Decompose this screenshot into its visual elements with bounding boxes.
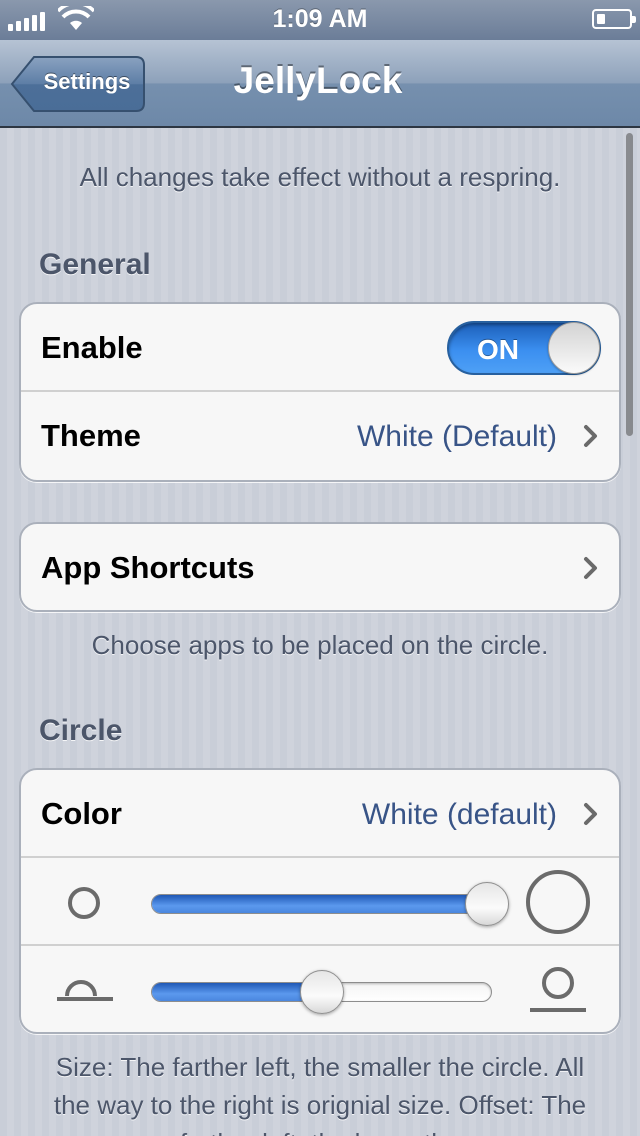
- offset-slider-fill: [152, 983, 322, 1001]
- enable-toggle[interactable]: ON: [447, 321, 601, 375]
- large-circle-icon: [526, 870, 590, 934]
- circle-offset-high-icon: [530, 967, 586, 1012]
- scroll-indicator[interactable]: [626, 133, 633, 436]
- offset-slider-thumb[interactable]: [299, 970, 344, 1014]
- color-label: Color: [41, 796, 122, 831]
- general-header: General: [39, 248, 151, 281]
- enable-row: Enable ON: [21, 304, 619, 392]
- offset-slider-row: [21, 946, 619, 1032]
- app-shortcuts-row[interactable]: App Shortcuts: [21, 524, 619, 610]
- settings-back-button[interactable]: Settings: [10, 55, 146, 113]
- circle-offset-low-icon: [57, 980, 113, 1001]
- chevron-right-icon: [584, 803, 597, 825]
- offset-slider[interactable]: [151, 970, 492, 1014]
- circle-group: Color White (default): [19, 768, 621, 1034]
- enable-label: Enable: [41, 330, 143, 365]
- status-time: 1:09 AM: [272, 5, 368, 33]
- size-slider-row: [21, 858, 619, 946]
- shortcuts-footer: Choose apps to be placed on the circle.: [91, 630, 549, 660]
- navigation-bar: Settings JellyLock: [0, 40, 640, 128]
- size-slider-fill: [152, 895, 491, 913]
- toggle-state-text: ON: [477, 334, 519, 365]
- small-circle-icon: [68, 887, 100, 919]
- general-group: Enable ON Theme White (Default): [19, 302, 621, 482]
- status-bar: 1:09 AM: [0, 0, 640, 40]
- circle-header: Circle: [39, 714, 123, 747]
- page-title: JellyLock: [233, 60, 403, 101]
- circle-footer: Size: The farther left, the smaller the …: [53, 1052, 587, 1136]
- color-value: White (default): [361, 798, 557, 831]
- app-shortcuts-label: App Shortcuts: [41, 550, 255, 585]
- battery-icon: [592, 9, 636, 29]
- shortcuts-group: App Shortcuts: [19, 522, 621, 612]
- settings-content[interactable]: All changes take effect without a respri…: [0, 130, 640, 1136]
- color-row[interactable]: Color White (default): [21, 770, 619, 858]
- theme-value: White (Default): [356, 420, 557, 453]
- back-button-label: Settings: [43, 69, 131, 94]
- theme-label: Theme: [41, 418, 141, 453]
- chevron-right-icon: [584, 425, 597, 447]
- theme-row[interactable]: Theme White (Default): [21, 392, 619, 480]
- toggle-knob: [548, 322, 600, 374]
- size-slider[interactable]: [151, 882, 509, 926]
- chevron-right-icon: [584, 557, 597, 579]
- intro-text: All changes take effect without a respri…: [79, 162, 561, 192]
- size-slider-thumb[interactable]: [465, 882, 509, 926]
